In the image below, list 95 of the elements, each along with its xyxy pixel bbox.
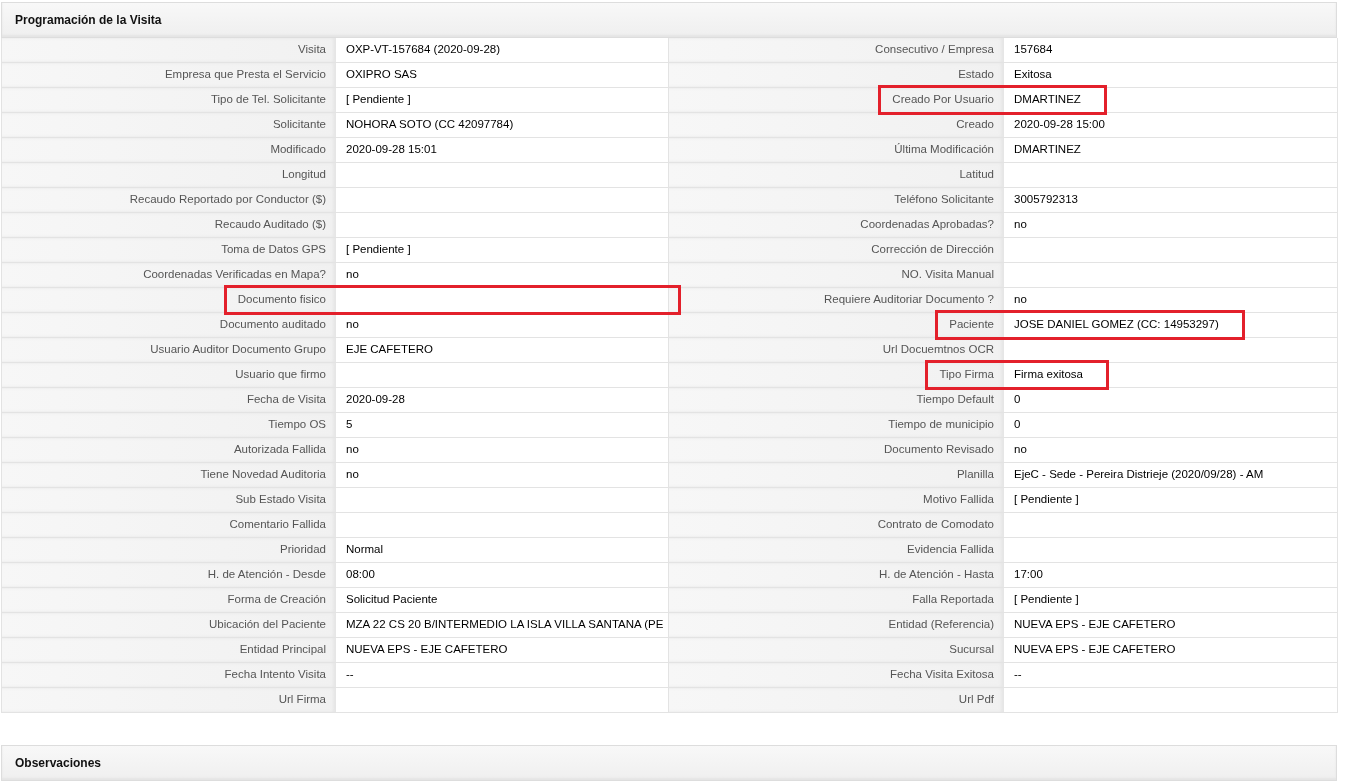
field-label: Teléfono Solicitante: [894, 192, 994, 208]
field-label: Url Docuemtnos OCR: [882, 342, 994, 358]
field-label: Empresa que Presta el Servicio: [164, 67, 326, 83]
field-value: OXP-VT-157684 (2020-09-28): [346, 42, 501, 58]
field-label: Consecutivo / Empresa: [875, 42, 994, 58]
field-label: Ubicación del Paciente: [209, 617, 326, 633]
field-value: 157684: [1014, 42, 1053, 58]
field-label: Modificado: [270, 142, 326, 158]
field-label: Documento fisico: [237, 292, 326, 308]
field-label: Entidad Principal: [239, 642, 326, 658]
field-value: --: [1014, 667, 1022, 683]
section-title: Observaciones: [15, 755, 102, 772]
field-value: DMARTINEZ: [1014, 142, 1081, 158]
field-label: Solicitante: [272, 117, 326, 133]
field-value: Solicitud Paciente: [346, 592, 438, 608]
field-value: [ Pendiente ]: [346, 242, 411, 258]
field-value: 0: [1014, 417, 1021, 433]
field-label: Última Modificación: [894, 142, 994, 158]
field-label: Coordenadas Aprobadas?: [860, 217, 994, 233]
field-label: Falla Reportada: [912, 592, 994, 608]
field-label: Tipo de Tel. Solicitante: [210, 92, 326, 108]
field-label: Tiempo de municipio: [888, 417, 994, 433]
field-label: Tipo Firma: [939, 367, 994, 383]
field-value: [ Pendiente ]: [1014, 492, 1079, 508]
field-label: Comentario Fallida: [229, 517, 326, 533]
field-label: Toma de Datos GPS: [221, 242, 326, 258]
field-label: Evidencia Fallida: [907, 542, 994, 558]
field-label: Url Firma: [278, 692, 326, 708]
field-value: NUEVA EPS - EJE CAFETERO: [1014, 617, 1176, 633]
field-label: Sub Estado Visita: [235, 492, 326, 508]
field-label: Forma de Creación: [227, 592, 326, 608]
field-value: 5: [346, 417, 353, 433]
field-value: no: [346, 267, 359, 283]
field-value: NOHORA SOTO (CC 42097784): [346, 117, 514, 133]
field-label: Creado Por Usuario: [892, 92, 994, 108]
field-value: 17:00: [1014, 567, 1043, 583]
field-value: Firma exitosa: [1014, 367, 1084, 383]
field-value: [ Pendiente ]: [1014, 592, 1079, 608]
field-value: OXIPRO SAS: [346, 67, 417, 83]
field-label: Latitud: [959, 167, 994, 183]
field-label: Fecha Intento Visita: [224, 667, 326, 683]
field-value: NUEVA EPS - EJE CAFETERO: [346, 642, 508, 658]
field-label: Contrato de Comodato: [877, 517, 994, 533]
field-value: JOSE DANIEL GOMEZ (CC: 14953297): [1014, 317, 1219, 333]
field-label: Paciente: [949, 317, 994, 333]
section-title: Programación de la Visita: [15, 12, 162, 29]
field-value: no: [1014, 217, 1027, 233]
field-value: DMARTINEZ: [1014, 92, 1081, 108]
field-value: EjeC - Sede - Pereira Distrieje (2020/09/28) - AM: [1014, 467, 1264, 483]
field-label: Recaudo Auditado ($): [214, 217, 326, 233]
field-label: H. de Atención - Hasta: [878, 567, 994, 583]
field-label: Coordenadas Verificadas en Mapa?: [143, 267, 326, 283]
field-label: Recaudo Reportado por Conductor ($): [129, 192, 326, 208]
field-label: Corrección de Dirección: [871, 242, 994, 258]
field-label: Longitud: [281, 167, 326, 183]
field-label: Tiempo Default: [916, 392, 994, 408]
field-value: no: [1014, 292, 1027, 308]
field-value: 3005792313: [1014, 192, 1078, 208]
field-label: Documento Revisado: [884, 442, 994, 458]
field-label: NO. Visita Manual: [901, 267, 994, 283]
field-label: Fecha Visita Exitosa: [890, 667, 994, 683]
field-label: Autorizada Fallida: [233, 442, 326, 458]
field-value: EJE CAFETERO: [346, 342, 433, 358]
field-value: no: [1014, 442, 1027, 458]
field-value: no: [346, 317, 359, 333]
field-value: no: [346, 467, 359, 483]
field-label: Creado: [956, 117, 994, 133]
field-label: Documento auditado: [219, 317, 326, 333]
field-label: Prioridad: [279, 542, 326, 558]
field-label: Fecha de Visita: [246, 392, 326, 408]
field-value: no: [346, 442, 359, 458]
field-label: Url Pdf: [958, 692, 994, 708]
field-label: Planilla: [956, 467, 994, 483]
field-value: Exitosa: [1014, 67, 1052, 83]
field-value: 2020-09-28: [346, 392, 405, 408]
field-label: Tiene Novedad Auditoria: [200, 467, 326, 483]
field-label: Tiempo OS: [268, 417, 326, 433]
field-label: Usuario Auditor Documento Grupo: [150, 342, 326, 358]
field-value: --: [346, 667, 354, 683]
field-value: MZA 22 CS 20 B/INTERMEDIO LA ISLA VILLA SANTANA (PE: [346, 617, 664, 633]
field-value: 2020-09-28 15:01: [346, 142, 437, 158]
field-label: Sucursal: [949, 642, 994, 658]
field-label: Requiere Auditoriar Documento ?: [823, 292, 994, 308]
field-label: Visita: [298, 42, 326, 58]
field-label: H. de Atención - Desde: [207, 567, 326, 583]
field-label: Usuario que firmo: [235, 367, 326, 383]
field-label: Estado: [958, 67, 994, 83]
field-value: 2020-09-28 15:00: [1014, 117, 1105, 133]
field-value: 0: [1014, 392, 1021, 408]
field-value: [ Pendiente ]: [346, 92, 411, 108]
field-value: Normal: [346, 542, 384, 558]
field-value: NUEVA EPS - EJE CAFETERO: [1014, 642, 1176, 658]
field-label: Entidad (Referencia): [888, 617, 994, 633]
field-value: 08:00: [346, 567, 375, 583]
field-label: Motivo Fallida: [923, 492, 994, 508]
